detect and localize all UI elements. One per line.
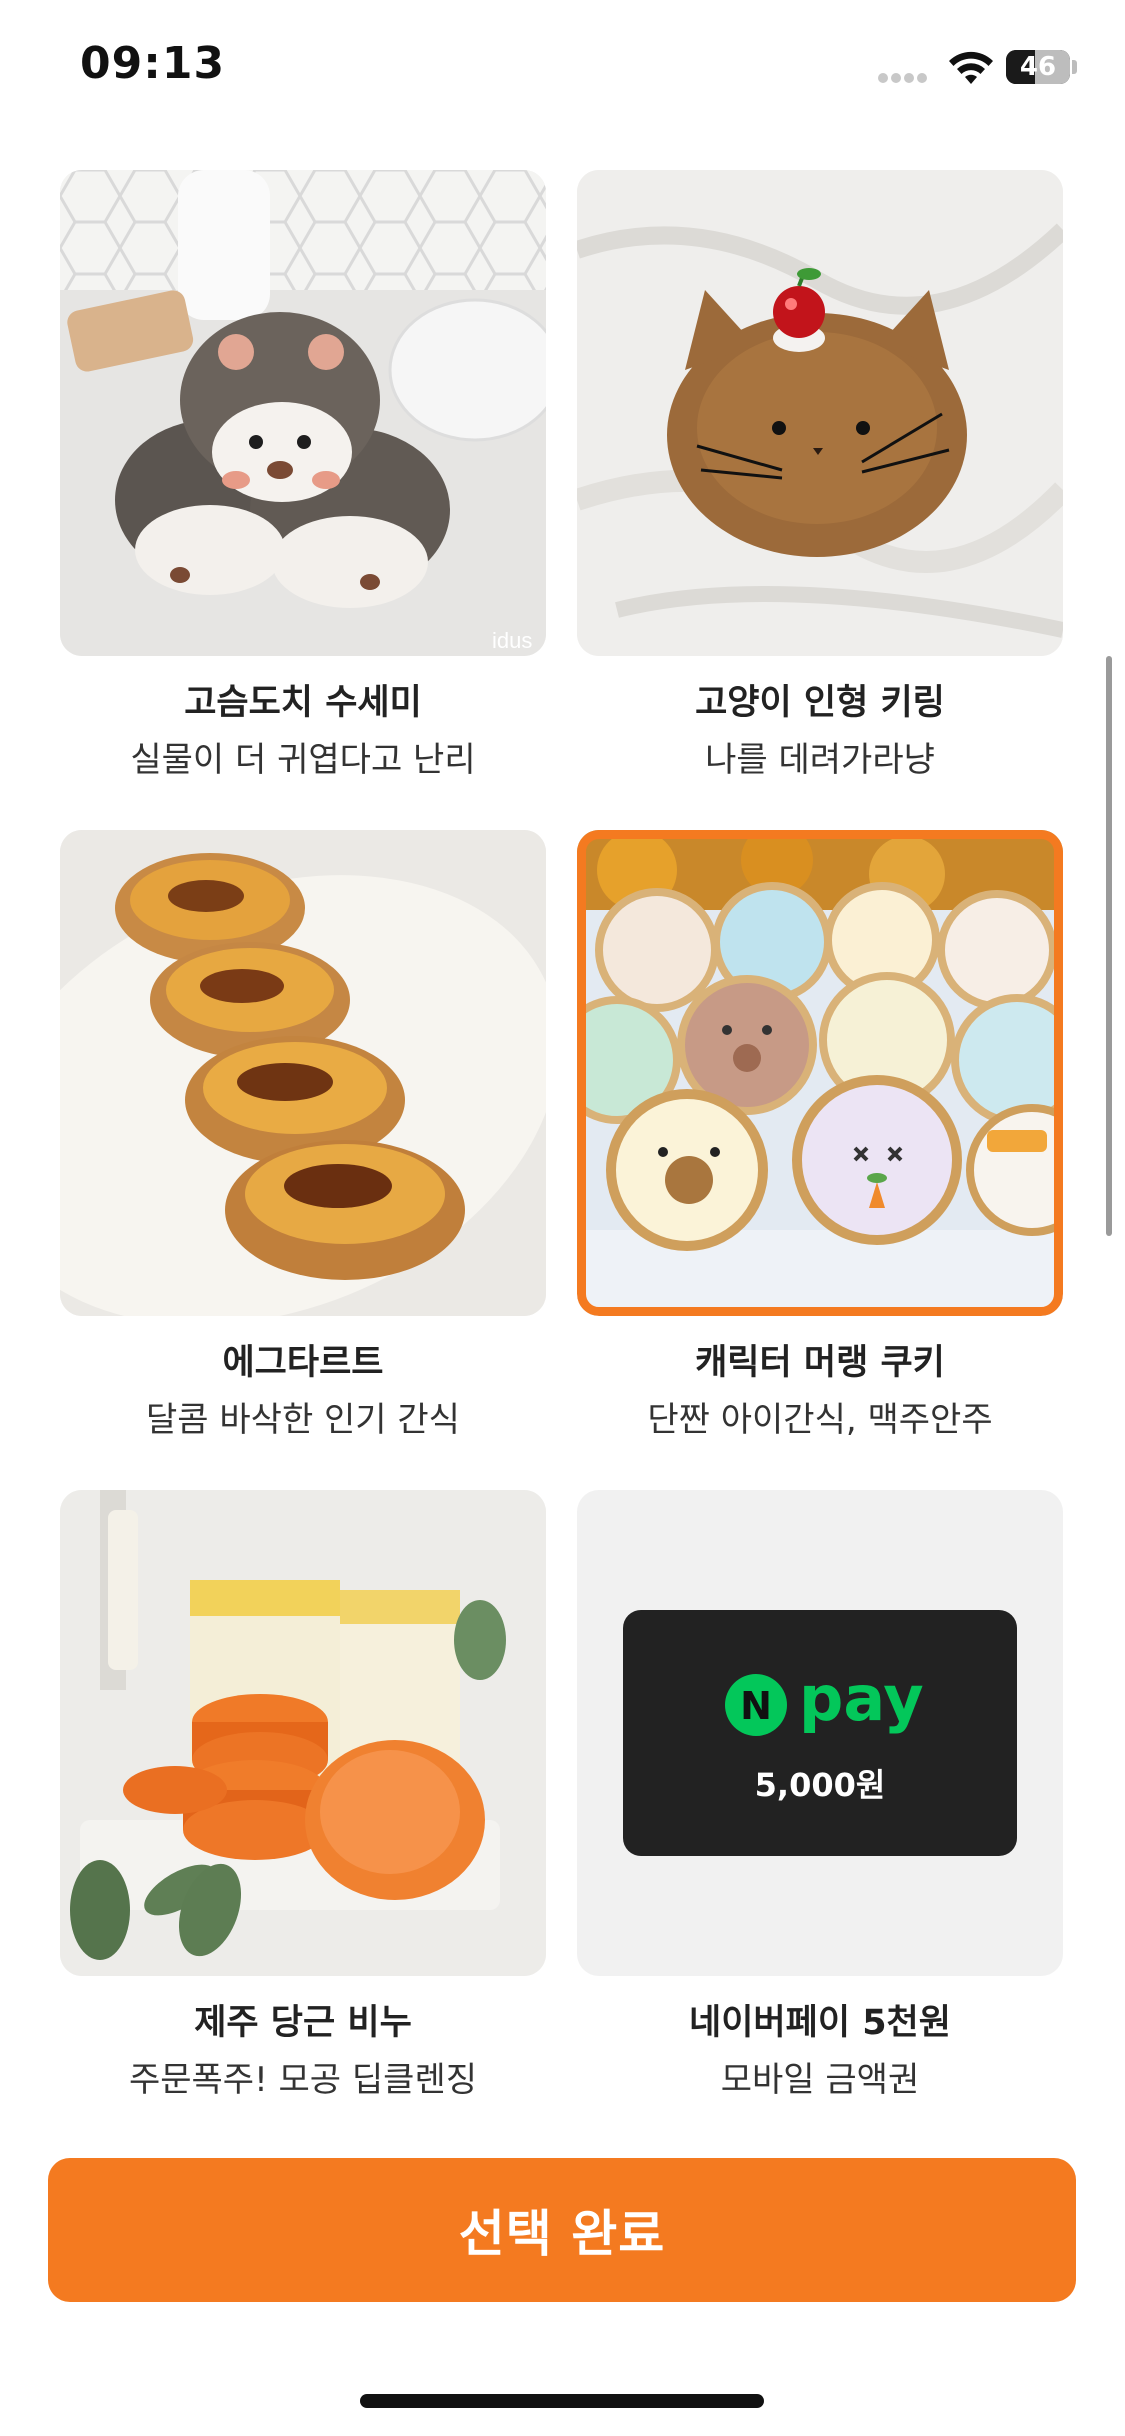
- home-indicator[interactable]: [360, 2394, 764, 2408]
- product-image-carrot-soap: [60, 1490, 546, 1976]
- battery-tip: [1072, 60, 1077, 74]
- battery-icon: 46: [1006, 50, 1070, 84]
- status-time: 09:13: [80, 38, 226, 89]
- npay-logo-icon: N: [725, 1674, 787, 1736]
- npay-voucher-card: N pay 5,000원: [623, 1610, 1017, 1856]
- battery-level-label: 46: [1019, 52, 1057, 82]
- product-card-carrot-soap[interactable]: 제주 당근 비누 주문폭주! 모공 딥클렌징: [60, 1490, 546, 2100]
- npay-amount: 5,000원: [754, 1766, 886, 1804]
- gift-selection-screen: 09:13 46 idus 고슴도치 수세미 실물이 더 귀엽다고 난리 고양이…: [0, 0, 1125, 2436]
- product-title: 에그타르트: [222, 1343, 384, 1383]
- cellular-signal-icon: [878, 68, 934, 83]
- wifi-icon: [949, 51, 993, 84]
- product-subtitle: 단짠 아이간식, 맥주안주: [647, 1400, 993, 1440]
- product-title: 제주 당근 비누: [194, 2003, 412, 2043]
- product-title: 고양이 인형 키링: [695, 683, 945, 723]
- selected-indicator-border: [577, 830, 1063, 1316]
- product-card-cat-keyring[interactable]: 고양이 인형 키링 나를 데려가라냥: [577, 170, 1063, 780]
- product-subtitle: 나를 데려가라냥: [705, 740, 935, 780]
- product-image-egg-tart: [60, 830, 546, 1316]
- product-card-hedgehog-scrubber[interactable]: idus 고슴도치 수세미 실물이 더 귀엽다고 난리: [60, 170, 546, 780]
- product-title: 캐릭터 머랭 쿠키: [695, 1343, 945, 1383]
- npay-logo-text: pay: [799, 1662, 924, 1735]
- scroll-indicator[interactable]: [1106, 656, 1112, 1236]
- product-subtitle: 모바일 금액권: [720, 2060, 920, 2100]
- product-subtitle: 달콤 바삭한 인기 간식: [146, 1400, 460, 1440]
- product-title: 네이버페이 5천원: [689, 2003, 951, 2043]
- selection-complete-button[interactable]: 선택 완료: [48, 2158, 1076, 2302]
- product-image-npay-voucher: N pay 5,000원: [577, 1490, 1063, 1976]
- product-image-cat-plush: [577, 170, 1063, 656]
- product-title: 고슴도치 수세미: [184, 683, 422, 723]
- status-bar: 09:13 46: [0, 0, 1125, 140]
- product-image-hedgehog: idus: [60, 170, 546, 656]
- product-subtitle: 실물이 더 귀엽다고 난리: [130, 740, 476, 780]
- product-card-egg-tart[interactable]: 에그타르트 달콤 바삭한 인기 간식: [60, 830, 546, 1440]
- product-subtitle: 주문폭주! 모공 딥클렌징: [128, 2060, 478, 2100]
- idus-watermark: idus: [492, 628, 532, 653]
- product-card-meringue-cookie[interactable]: 캐릭터 머랭 쿠키 단짠 아이간식, 맥주안주: [577, 830, 1063, 1440]
- product-card-npay-voucher[interactable]: N pay 5,000원 네이버페이 5천원 모바일 금액권: [577, 1490, 1063, 2100]
- product-image-meringue-cookies: [577, 830, 1063, 1316]
- npay-logo-letter: N: [740, 1684, 772, 1728]
